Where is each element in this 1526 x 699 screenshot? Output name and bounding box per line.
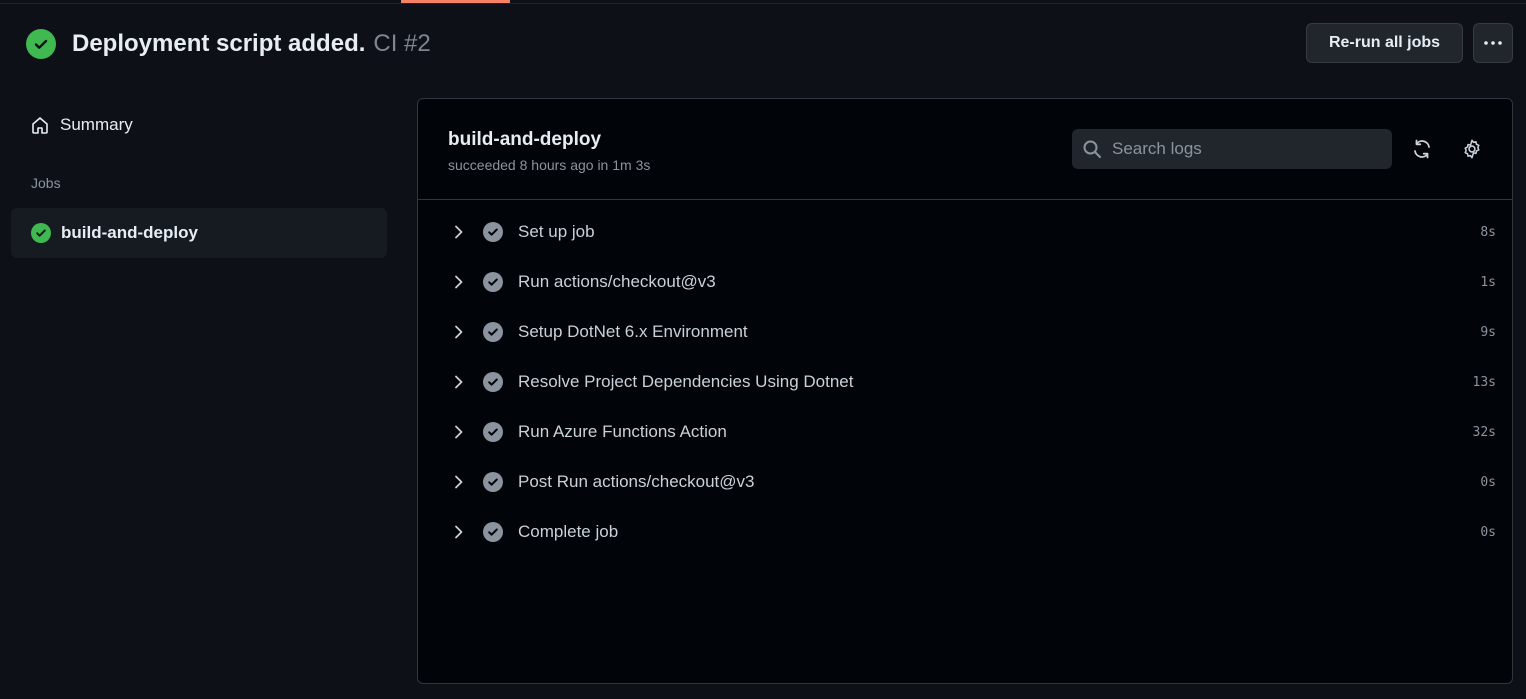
- step-duration: 13s: [1472, 374, 1496, 390]
- step-label: Run actions/checkout@v3: [518, 272, 716, 291]
- chevron-right-icon[interactable]: [451, 374, 467, 390]
- step-row[interactable]: Setup DotNet 6.x Environment 9s: [418, 307, 1512, 357]
- rerun-all-jobs-button[interactable]: Re-run all jobs: [1306, 23, 1463, 63]
- step-label: Post Run actions/checkout@v3: [518, 472, 755, 491]
- check-circle-icon: [483, 222, 503, 242]
- job-title: build-and-deploy: [448, 129, 602, 150]
- check-circle-icon: [483, 472, 503, 492]
- check-circle-icon: [483, 322, 503, 342]
- run-title: Deployment script added.: [72, 30, 366, 57]
- run-id: CI #2: [373, 30, 431, 57]
- step-row[interactable]: Run actions/checkout@v3 1s: [418, 257, 1512, 307]
- jobs-heading: Jobs: [31, 175, 61, 191]
- chevron-right-icon[interactable]: [451, 274, 467, 290]
- step-label: Resolve Project Dependencies Using Dotne…: [518, 372, 854, 391]
- home-icon: [32, 117, 48, 134]
- settings-button[interactable]: [1460, 137, 1484, 161]
- step-duration: 8s: [1480, 224, 1496, 240]
- run-header: Deployment script added. CI #2: [26, 26, 431, 62]
- step-label: Setup DotNet 6.x Environment: [518, 322, 748, 341]
- check-circle-icon: [26, 29, 56, 59]
- kebab-horizontal-icon: [1484, 41, 1502, 45]
- check-circle-icon: [483, 272, 503, 292]
- check-circle-icon: [31, 223, 51, 243]
- step-duration: 32s: [1472, 424, 1496, 440]
- more-options-button[interactable]: [1473, 23, 1513, 63]
- step-row[interactable]: Run Azure Functions Action 32s: [418, 407, 1512, 457]
- step-label: Run Azure Functions Action: [518, 422, 727, 441]
- chevron-right-icon[interactable]: [451, 424, 467, 440]
- active-tab-indicator: [401, 0, 510, 3]
- check-circle-icon: [483, 522, 503, 542]
- job-meta: succeeded 8 hours ago in 1m 3s: [448, 157, 651, 173]
- job-panel-header: build-and-deploy succeeded 8 hours ago i…: [418, 99, 1512, 200]
- sidebar-item-label: build-and-deploy: [61, 223, 198, 242]
- chevron-right-icon[interactable]: [451, 524, 467, 540]
- top-border: [0, 0, 1526, 4]
- step-label: Set up job: [518, 222, 595, 241]
- chevron-right-icon[interactable]: [451, 324, 467, 340]
- step-duration: 0s: [1480, 524, 1496, 540]
- step-duration: 0s: [1480, 474, 1496, 490]
- step-row[interactable]: Post Run actions/checkout@v3 0s: [418, 457, 1512, 507]
- job-panel: build-and-deploy succeeded 8 hours ago i…: [417, 98, 1513, 684]
- check-circle-icon: [483, 372, 503, 392]
- sidebar-item-summary[interactable]: Summary: [30, 110, 133, 140]
- search-icon: [1083, 140, 1101, 158]
- step-row[interactable]: Set up job 8s: [418, 207, 1512, 257]
- chevron-right-icon[interactable]: [451, 474, 467, 490]
- step-label: Complete job: [518, 522, 619, 541]
- step-row[interactable]: Complete job 0s: [418, 507, 1512, 557]
- search-logs-field[interactable]: [1072, 129, 1392, 169]
- check-circle-icon: [483, 422, 503, 442]
- sidebar-item-label: Summary: [60, 115, 133, 134]
- refresh-button[interactable]: [1410, 137, 1434, 161]
- step-duration: 9s: [1480, 324, 1496, 340]
- sidebar-item-build-and-deploy[interactable]: build-and-deploy: [11, 208, 387, 258]
- steps-list: Set up job 8s Run actions/checkout@v3 1s…: [418, 207, 1512, 557]
- gear-icon: [1464, 139, 1480, 159]
- refresh-icon: [1414, 139, 1430, 159]
- search-logs-input[interactable]: [1110, 138, 1374, 160]
- chevron-right-icon[interactable]: [451, 224, 467, 240]
- step-row[interactable]: Resolve Project Dependencies Using Dotne…: [418, 357, 1512, 407]
- step-duration: 1s: [1480, 274, 1496, 290]
